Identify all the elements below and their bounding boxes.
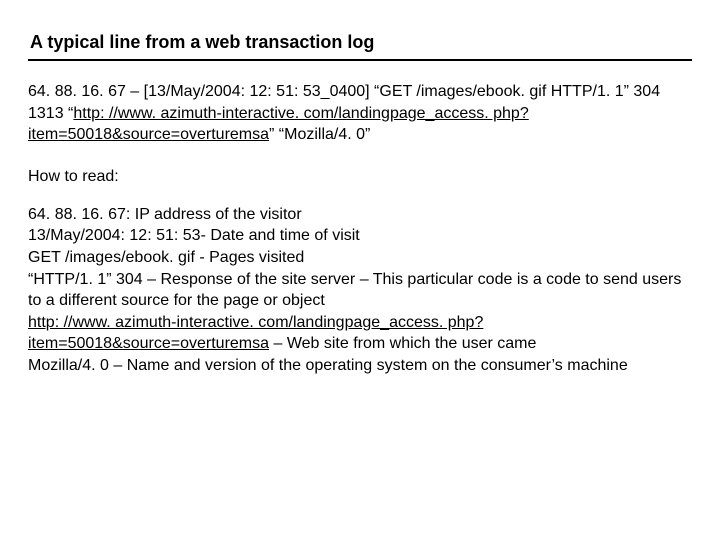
reading-referrer-after: – Web site from which the user came	[269, 335, 536, 352]
reading-referrer: http: //www. azimuth-interactive. com/la…	[28, 312, 692, 355]
how-to-read-label: How to read:	[28, 168, 692, 186]
reading-guide: 64. 88. 16. 67: IP address of the visito…	[28, 204, 692, 377]
title-divider	[28, 59, 692, 61]
log-sample-suffix: ” “Mozilla/4. 0”	[269, 126, 370, 143]
page-title: A typical line from a web transaction lo…	[28, 32, 692, 53]
document-page: A typical line from a web transaction lo…	[0, 0, 720, 540]
log-sample-block: 64. 88. 16. 67 – [13/May/2004: 12: 51: 5…	[28, 81, 692, 146]
reading-ip: 64. 88. 16. 67: IP address of the visito…	[28, 204, 692, 226]
reading-useragent: Mozilla/4. 0 – Name and version of the o…	[28, 355, 692, 377]
reading-get: GET /images/ebook. gif - Pages visited	[28, 247, 692, 269]
reading-date: 13/May/2004: 12: 51: 53- Date and time o…	[28, 225, 692, 247]
reading-response: “HTTP/1. 1” 304 – Response of the site s…	[28, 269, 692, 312]
